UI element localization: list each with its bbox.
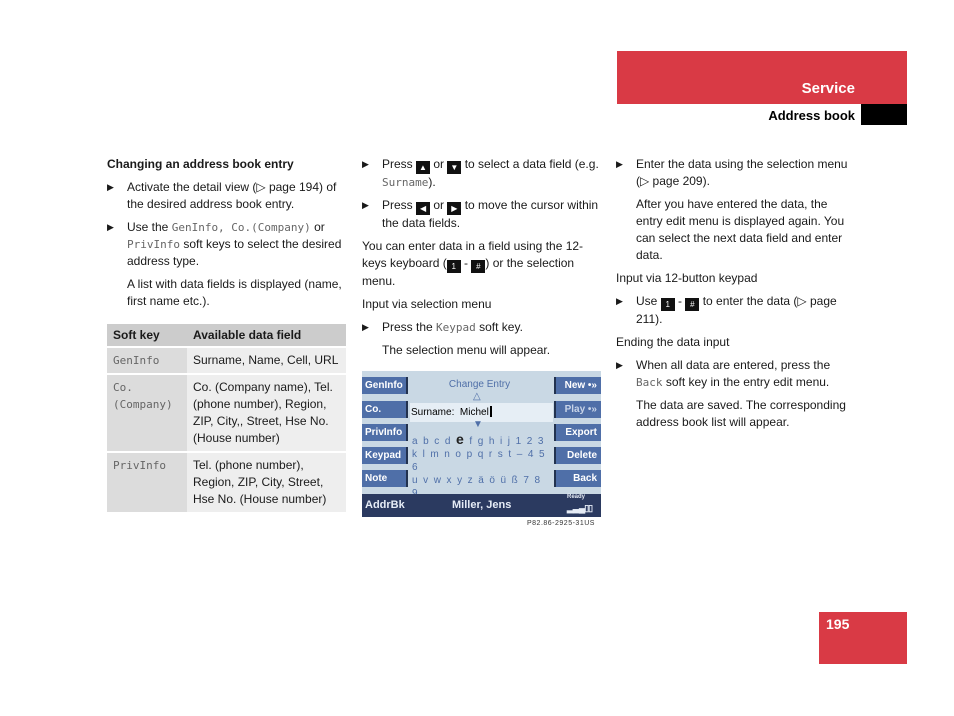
text-cursor <box>489 406 492 417</box>
keyboard-row: k l m n o p q r s t – 4 5 6 <box>412 449 546 473</box>
instruction-step: Press the Keypad soft key. <box>362 319 602 336</box>
right-arrow-key-icon: ▶ <box>447 202 462 215</box>
scroll-down-icon[interactable]: ▼ <box>473 419 483 430</box>
key-1-icon: 1 <box>660 298 675 311</box>
subsection-title: Address book <box>768 108 855 123</box>
down-arrow-key-icon: ▼ <box>447 161 462 174</box>
text: Press <box>382 198 417 212</box>
screen-title: Change Entry <box>448 379 511 390</box>
text: When all data are entered, press the <box>636 358 831 372</box>
scroll-up-icon[interactable]: △ <box>473 391 481 402</box>
text: soft key in the entry edit menu. <box>662 375 830 389</box>
page-number: 195 <box>826 616 850 632</box>
section-heading: Changing an address book entry <box>107 157 294 171</box>
field-value: Michel <box>459 407 489 418</box>
text: - <box>460 256 472 270</box>
instruction-step: When all data are entered, press the Bac… <box>616 357 856 391</box>
field-label: Surname: <box>411 407 455 418</box>
column-2: Press ▲ or ▼ to select a data field (e.g… <box>362 156 602 365</box>
data-field-cell: Surname, Name, Cell, URL <box>187 346 346 374</box>
status-bar: AddrBk Miller, Jens Ready ▂▃▄▯▯ <box>362 494 601 517</box>
softkey-back[interactable]: Back <box>554 470 601 487</box>
data-field-cell: Tel. (phone number), Region, ZIP, City, … <box>187 451 346 512</box>
text: Press the <box>382 320 437 334</box>
subheading: Ending the data input <box>616 335 730 349</box>
subheading: Input via 12-button keypad <box>616 271 758 285</box>
chars: f g h i j 1 2 3 <box>465 436 545 447</box>
status-contact: Miller, Jens <box>452 499 512 511</box>
data-field-cell: Co. (Company name), Tel. (phone number),… <box>187 373 346 452</box>
key-hash-icon: # <box>685 298 700 311</box>
instruction-step: Use 1 - # to enter the data (▷ page 211)… <box>616 293 856 328</box>
signal-strength-icon: ▂▃▄▯▯ <box>567 503 593 513</box>
text: soft key. <box>475 320 523 334</box>
text: Press <box>382 157 417 171</box>
selected-char: e <box>456 431 466 447</box>
table-header: Available data field <box>187 324 346 347</box>
text: Use the <box>127 220 172 234</box>
table-row: PrivInfo Tel. (phone number), Region, ZI… <box>107 451 346 512</box>
key-1-icon: 1 <box>446 260 461 273</box>
soft-key-ref: Back <box>636 376 663 389</box>
instruction-step: Press ◀ or ▶ to move the cursor within t… <box>362 197 602 232</box>
field-ref: Surname <box>382 176 429 189</box>
result-note: The data are saved. The corresponding ad… <box>636 398 846 429</box>
figure-id: P82.86-2925-31US <box>527 520 595 527</box>
soft-key-cell: PrivInfo <box>107 451 187 512</box>
text: to select a data field (e.g. <box>461 157 599 171</box>
text: or <box>430 198 448 212</box>
device-screen: GenInfo Co. PrivInfo Keypad Note New •» … <box>362 371 601 517</box>
softkey-geninfo[interactable]: GenInfo <box>362 377 408 394</box>
soft-key-ref: PrivInfo <box>127 238 180 251</box>
softkey-keypad[interactable]: Keypad <box>362 447 408 464</box>
header-tab-marker <box>861 104 907 125</box>
section-title: Service <box>801 80 855 97</box>
page-number-box: 195 <box>819 612 907 664</box>
softkey-new[interactable]: New •» <box>554 377 601 394</box>
softkey-privinfo[interactable]: PrivInfo <box>362 424 408 441</box>
keyboard-row: a b c d e f g h i j 1 2 3 <box>412 431 552 448</box>
key-hash-icon: # <box>471 260 486 273</box>
text: or <box>430 157 448 171</box>
soft-key-ref: Keypad <box>436 321 476 334</box>
softkey-play[interactable]: Play •» <box>554 401 601 418</box>
section-header: Service <box>617 51 907 104</box>
softkey-note[interactable]: Note <box>362 470 408 487</box>
result-note: After you have entered the data, the ent… <box>636 197 845 262</box>
text: ). <box>428 175 436 189</box>
soft-key-ref: GenInfo, Co.(Company) <box>171 221 311 234</box>
table-header: Soft key <box>107 324 187 347</box>
up-arrow-key-icon: ▲ <box>416 161 431 174</box>
left-arrow-key-icon: ◀ <box>416 202 431 215</box>
column-1: Changing an address book entry Activate … <box>107 156 347 316</box>
instruction-step: Activate the detail view (▷ page 194) of… <box>107 179 347 213</box>
text: - <box>674 294 686 308</box>
softkey-delete[interactable]: Delete <box>554 447 601 464</box>
status-addrbk: AddrBk <box>365 499 405 511</box>
subheading: Input via selection menu <box>362 297 492 311</box>
soft-key-table: Soft key Available data field GenInfo Su… <box>107 324 346 512</box>
text: or <box>310 220 325 234</box>
text: Use <box>636 294 661 308</box>
soft-key-cell: GenInfo <box>107 346 187 374</box>
paragraph: You can enter data in a field using the … <box>362 238 602 290</box>
subsection-header: Address book <box>617 104 907 126</box>
soft-key-cell: Co. (Company) <box>107 373 187 452</box>
result-note: The selection menu will appear. <box>382 343 551 357</box>
instruction-step: Press ▲ or ▼ to select a data field (e.g… <box>362 156 602 191</box>
column-3: Enter the data using the selection menu … <box>616 156 856 437</box>
table-row: Co. (Company) Co. (Company name), Tel. (… <box>107 373 346 452</box>
softkey-export[interactable]: Export <box>554 424 601 441</box>
table-row: GenInfo Surname, Name, Cell, URL <box>107 346 346 374</box>
chars: a b c d <box>412 436 456 447</box>
instruction-step: Use the GenInfo, Co.(Company) or PrivInf… <box>107 219 347 270</box>
result-note: A list with data fields is displayed (na… <box>127 277 342 308</box>
instruction-step: Enter the data using the selection menu … <box>616 156 856 190</box>
softkey-co[interactable]: Co. <box>362 401 408 418</box>
